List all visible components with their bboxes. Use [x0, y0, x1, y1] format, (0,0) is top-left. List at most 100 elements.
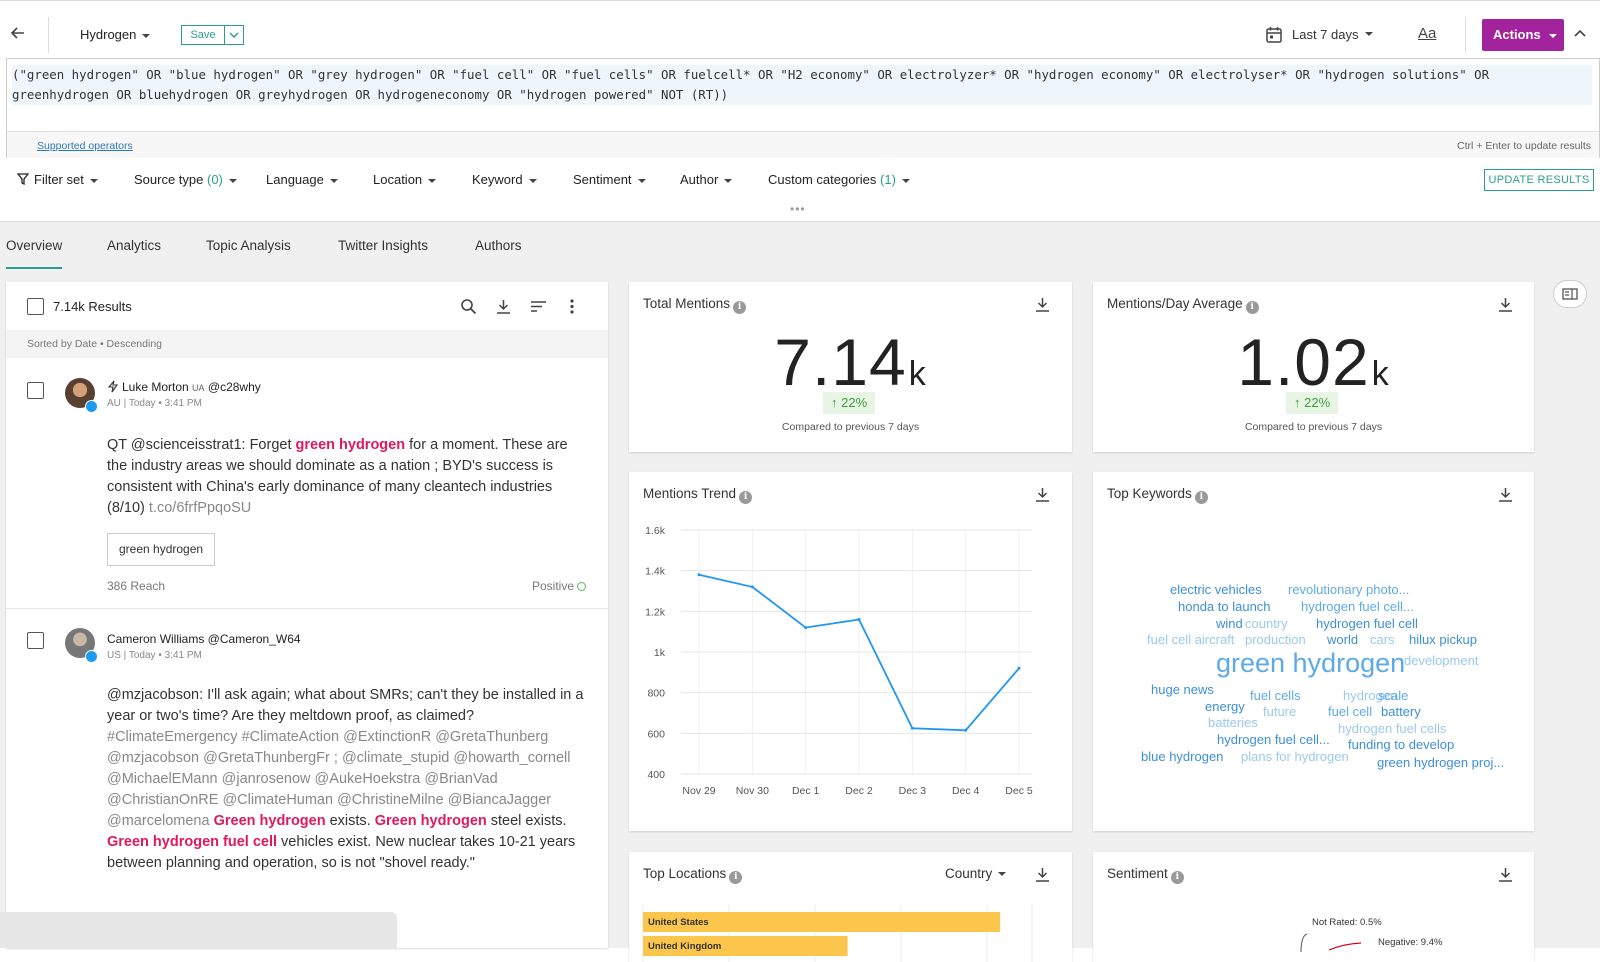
source-type-dropdown[interactable]: Source type (0): [134, 172, 237, 187]
keyword-item[interactable]: plans for hydrogen: [1241, 750, 1349, 763]
tab-authors[interactable]: Authors: [475, 238, 522, 253]
actions-button[interactable]: Actions: [1482, 19, 1564, 51]
x-tick-label: Dec 5: [1005, 785, 1033, 797]
download-icon[interactable]: [1034, 296, 1051, 313]
post-link[interactable]: t.co/6frfPpqoSU: [149, 500, 251, 516]
sentiment-dropdown[interactable]: Sentiment: [573, 172, 646, 187]
keyword-item[interactable]: hilux pickup: [1409, 633, 1477, 646]
info-icon[interactable]: i: [733, 301, 747, 314]
result-item[interactable]: Luke Morton UA @c28why AU | Today • 3:41…: [6, 358, 608, 608]
keyword-item[interactable]: country: [1245, 617, 1288, 630]
location-dropdown[interactable]: Location: [373, 172, 437, 187]
keyword-item[interactable]: hydrogen fuel cells: [1338, 722, 1446, 735]
trend-point[interactable]: [1017, 666, 1021, 670]
keyword-item[interactable]: funding to develop: [1348, 738, 1454, 751]
keyword-item[interactable]: cars: [1370, 633, 1395, 646]
tab-topic-analysis[interactable]: Topic Analysis: [206, 238, 291, 253]
keyword-item[interactable]: honda to launch: [1178, 600, 1271, 613]
result-checkbox[interactable]: [27, 382, 44, 399]
keyword-item[interactable]: energy: [1205, 700, 1245, 713]
search-icon[interactable]: [460, 298, 477, 315]
sentiment-label: Positive: [531, 579, 574, 593]
trend-point[interactable]: [750, 585, 754, 589]
resize-handle[interactable]: •••: [790, 202, 806, 216]
filter-set-dropdown[interactable]: Filter set: [16, 172, 98, 187]
top-locations-chart[interactable]: United States United Kingdom: [629, 852, 1072, 962]
save-button[interactable]: Save: [181, 25, 225, 45]
keyword-item[interactable]: hydrogen fuel cell: [1316, 617, 1418, 630]
keyword-item[interactable]: hydrogen fuel cell...: [1217, 733, 1330, 746]
keyword-item[interactable]: future: [1263, 705, 1296, 718]
keyword-item[interactable]: green hydrogen proj...: [1377, 756, 1504, 769]
query-name-dropdown[interactable]: Hydrogen: [80, 27, 151, 42]
keyword-item[interactable]: hydrogen fuel cell...: [1301, 600, 1414, 613]
keyword-item[interactable]: electric vehicles: [1170, 583, 1262, 596]
keyword-item[interactable]: wind: [1216, 617, 1243, 630]
language-label: Language: [266, 172, 324, 187]
filter-bar: Filter set Source type (0) Language Loca…: [0, 160, 1600, 216]
keyword-item[interactable]: green hydrogen: [1216, 650, 1405, 677]
trend-point[interactable]: [857, 617, 861, 621]
chevron-down-icon: [228, 178, 237, 183]
chevron-up-icon[interactable]: [1574, 29, 1586, 37]
keyword-item[interactable]: scale: [1378, 689, 1408, 702]
font-size-button[interactable]: Aa: [1418, 25, 1436, 42]
save-options-button[interactable]: [224, 25, 244, 45]
tab-twitter-insights[interactable]: Twitter Insights: [338, 238, 428, 253]
trend-point[interactable]: [910, 726, 914, 730]
mentions-trend-chart[interactable]: 1.6k 1.4k 1.2k 1k 800 600 400 Nov 29 Nov 30 Dec 1…: [629, 472, 1072, 831]
boolean-query-text[interactable]: ("green hydrogen" OR "blue hydrogen" OR …: [12, 65, 1592, 105]
download-icon[interactable]: [1497, 296, 1514, 313]
info-icon[interactable]: i: [1245, 301, 1259, 314]
author-display-name: Luke Morton: [122, 380, 189, 394]
source-type-label: Source type: [134, 172, 204, 187]
tab-analytics[interactable]: Analytics: [107, 238, 161, 253]
keyword-item[interactable]: development: [1404, 654, 1478, 667]
keyword-item[interactable]: fuel cell aircraft: [1147, 633, 1234, 646]
custom-categories-dropdown[interactable]: Custom categories (1): [768, 172, 910, 187]
date-range-picker[interactable]: Last 7 days: [1266, 23, 1373, 45]
keyword-item[interactable]: fuel cells: [1250, 689, 1301, 702]
select-all-checkbox[interactable]: [27, 298, 44, 315]
update-results-button[interactable]: UPDATE RESULTS: [1484, 169, 1594, 191]
total-mentions-card: Total Mentions i 7.14k ↑ 22% Compared to …: [629, 282, 1072, 452]
language-dropdown[interactable]: Language: [266, 172, 338, 187]
overview-content: 7.14k Results Sorted by Date • Descendin…: [0, 270, 1600, 962]
keyword-item[interactable]: blue hydrogen: [1141, 750, 1223, 763]
download-icon[interactable]: [495, 298, 512, 315]
x-tick-label: Dec 2: [845, 785, 873, 797]
keyword-item[interactable]: revolutionary photo...: [1288, 583, 1409, 596]
trend-point[interactable]: [964, 728, 968, 732]
sentiment-indicator[interactable]: Positive: [532, 579, 586, 593]
tab-overview[interactable]: Overview: [6, 238, 63, 269]
trend-point[interactable]: [697, 573, 701, 577]
keyword-item[interactable]: battery: [1381, 705, 1421, 718]
author-name[interactable]: Cameron Williams @Cameron_W64: [107, 632, 301, 646]
keyword-tag[interactable]: green hydrogen: [107, 533, 216, 566]
more-vertical-icon[interactable]: [569, 298, 575, 315]
info-icon[interactable]: i: [1194, 491, 1208, 504]
keyword-item[interactable]: production: [1245, 633, 1306, 646]
keyword-item[interactable]: batteries: [1208, 716, 1258, 729]
keyword-highlight: green hydrogen: [295, 437, 406, 453]
trend-point[interactable]: [804, 626, 808, 630]
update-hint: Ctrl + Enter to update results: [1457, 140, 1591, 152]
query-editor[interactable]: ("green hydrogen" OR "blue hydrogen" OR …: [6, 58, 1600, 158]
sentiment-chart[interactable]: Not Rated: 0.5% Negative: 9.4%: [1093, 852, 1534, 962]
keyword-item[interactable]: huge news: [1151, 683, 1214, 696]
author-dropdown[interactable]: Author: [680, 172, 733, 187]
keyword-dropdown[interactable]: Keyword: [472, 172, 537, 187]
back-arrow-icon[interactable]: [8, 23, 28, 43]
card-title: Mentions/Day Average i: [1107, 296, 1259, 314]
panel-toggle-button[interactable]: [1553, 280, 1587, 308]
result-item[interactable]: Cameron Williams @Cameron_W64 US | Today…: [6, 608, 608, 948]
download-icon[interactable]: [1497, 486, 1514, 503]
author-name[interactable]: Luke Morton UA @c28why: [107, 380, 261, 394]
supported-operators-link[interactable]: Supported operators: [37, 140, 133, 152]
sort-icon[interactable]: [530, 298, 547, 315]
keyword-highlight: Green hydrogen: [374, 813, 487, 829]
post-text: QT @scienceisstrat1: Forget green hydrog…: [107, 435, 585, 519]
keyword-item[interactable]: fuel cell: [1328, 705, 1372, 718]
result-checkbox[interactable]: [27, 632, 44, 649]
keyword-item[interactable]: world: [1327, 633, 1358, 646]
